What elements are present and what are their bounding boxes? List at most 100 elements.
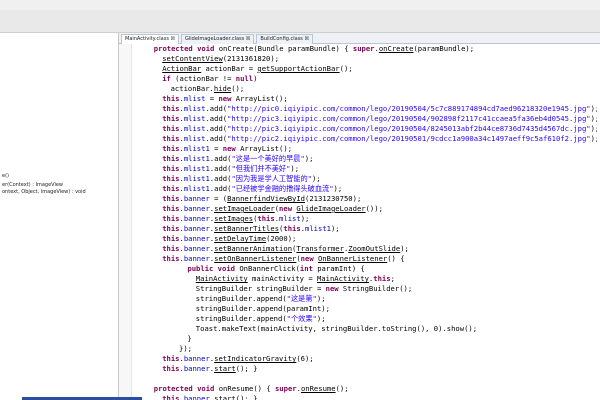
code-token: ); <box>590 124 597 133</box>
code-token: null <box>235 74 254 83</box>
code-token: banner <box>183 364 210 373</box>
code-token: (); } <box>235 364 258 373</box>
code-token: this <box>162 364 180 373</box>
outline-item[interactable]: ontext, Object, ImageView) : void <box>2 189 86 195</box>
code-token: new <box>222 144 236 153</box>
code-token: this <box>162 114 180 123</box>
code-token: onCreate <box>378 44 414 53</box>
code-token: banner <box>183 394 210 400</box>
code-line: this.banner.setBannerAnimation(Transform… <box>162 244 409 254</box>
code-line: stringBuilder.append("个效果"); <box>196 314 326 324</box>
code-line: stringBuilder.append(paramInt); <box>196 304 330 314</box>
code-token: int <box>299 264 313 273</box>
code-token: banner <box>183 354 210 363</box>
code-token: ()); <box>365 204 383 213</box>
code-line: this.banner.setIndicatorGravity(6); <box>162 354 313 364</box>
code-editor[interactable]: MainActivity.class ☒ GlideImageLoader.cla… <box>119 33 600 400</box>
code-token: mainActivity = <box>247 274 317 283</box>
code-token: banner <box>183 204 210 213</box>
code-line: setContentView(2131361820); <box>162 54 279 64</box>
code-token: this <box>162 104 180 113</box>
code-token: mlist <box>183 94 206 103</box>
code-line: this.mlist.add("http://pic0.iqiyipic.com… <box>162 104 597 114</box>
code-token: banner <box>183 234 210 243</box>
code-line: StringBuilder stringBuilder = new String… <box>196 284 412 294</box>
code-token: protected void <box>153 384 219 393</box>
code-token: ); <box>590 134 597 143</box>
code-line: this.mlist = new ArrayList(); <box>162 94 288 104</box>
code-token: } <box>187 334 192 343</box>
code-token: OnBannerListener <box>317 254 388 263</box>
code-token: (paramBundle); <box>413 44 475 53</box>
code-token: .add( <box>209 174 232 183</box>
code-line: ActionBar actionBar = getSupportActionBa… <box>162 64 352 74</box>
code-token: super <box>274 384 297 393</box>
code-line: this.banner.setDelayTime(2000); <box>162 234 296 244</box>
code-token: ArrayList(); <box>235 144 293 153</box>
code-token: mlist <box>279 214 301 223</box>
code-token: this <box>162 164 180 173</box>
editor-tabs: MainActivity.class ☒ GlideImageLoader.cla… <box>119 33 600 44</box>
code-token: OnBannerClick( <box>239 264 300 273</box>
code-token: this <box>162 354 180 363</box>
code-token: hide <box>213 84 232 93</box>
code-line: this.mlist1.add("因为我是学人工智能的"); <box>162 174 320 184</box>
editor-tab[interactable]: MainActivity.class ☒ <box>121 34 179 44</box>
code-area[interactable]: protected void onCreate(Bundle paramBund… <box>137 44 597 400</box>
code-token: "因为我是学人工智能的" <box>231 174 312 183</box>
code-token: GlideImageLoader <box>296 204 366 213</box>
code-token: MainActivity <box>316 274 369 283</box>
code-line: }); <box>179 344 192 354</box>
code-token: .add( <box>209 154 232 163</box>
editor-tab[interactable]: BuildConfig.class ☒ <box>256 34 313 44</box>
code-token: new <box>300 254 314 263</box>
code-token: this <box>162 124 180 133</box>
code-token: setBannerTitles <box>214 224 280 233</box>
code-token: ); <box>330 224 340 233</box>
code-token: StringBuilder stringBuilder = <box>195 284 326 293</box>
code-token: "http://pic3.iqiyipic.com/common/lego/20… <box>227 124 591 133</box>
code-token: ); <box>290 164 300 173</box>
code-line: protected void onCreate(Bundle paramBund… <box>154 44 474 54</box>
code-token: mlist1 <box>305 224 331 233</box>
code-line: stringBuilder.append("这是第"); <box>196 294 326 304</box>
code-line: this.banner.start(); } <box>162 394 257 400</box>
code-token: this <box>162 184 180 193</box>
code-token: onResume() { <box>218 384 275 393</box>
code-token: banner <box>183 244 210 253</box>
code-token: new <box>218 94 232 103</box>
code-line: if (actionBar != null) <box>162 74 257 84</box>
code-token: ); <box>316 294 326 303</box>
outline-item[interactable]: e() <box>2 173 9 179</box>
code-line: actionBar.hide(); <box>171 84 245 94</box>
code-token: banner <box>183 224 210 233</box>
code-token: ); <box>590 104 597 113</box>
code-token: setImages <box>214 214 254 223</box>
code-token: actionBar = <box>201 64 258 73</box>
code-token: "个效果" <box>286 314 317 323</box>
code-token: super <box>352 44 375 53</box>
code-token: ); <box>316 314 326 323</box>
code-token: findViewById <box>253 194 306 203</box>
code-token: ); <box>311 174 321 183</box>
code-token: MainActivity <box>195 274 248 283</box>
editor-tab[interactable]: GlideImageLoader.class ☒ <box>181 34 255 44</box>
code-line: protected void onResume() { super.onResu… <box>154 384 349 394</box>
code-token: mlist1 <box>183 144 210 153</box>
editor-ruler <box>119 44 132 400</box>
code-token: (2000); <box>266 234 297 243</box>
code-line: } <box>187 334 191 344</box>
code-line: this.mlist1.add("但我们并不美好"); <box>162 164 299 174</box>
code-token: (6); <box>296 354 314 363</box>
code-token: if <box>162 74 171 83</box>
code-token: stringBuilder.append( <box>195 314 287 323</box>
code-token: this <box>162 174 180 183</box>
code-token: .add( <box>205 134 228 143</box>
outline-item[interactable]: er(Context) : ImageView <box>2 182 63 188</box>
code-token: this <box>162 224 180 233</box>
code-token: mlist <box>183 104 206 113</box>
code-token: setBannerAnimation <box>214 244 293 253</box>
code-token: Banner <box>227 194 254 203</box>
code-token: this <box>162 204 180 213</box>
code-token: mlist <box>183 134 206 143</box>
